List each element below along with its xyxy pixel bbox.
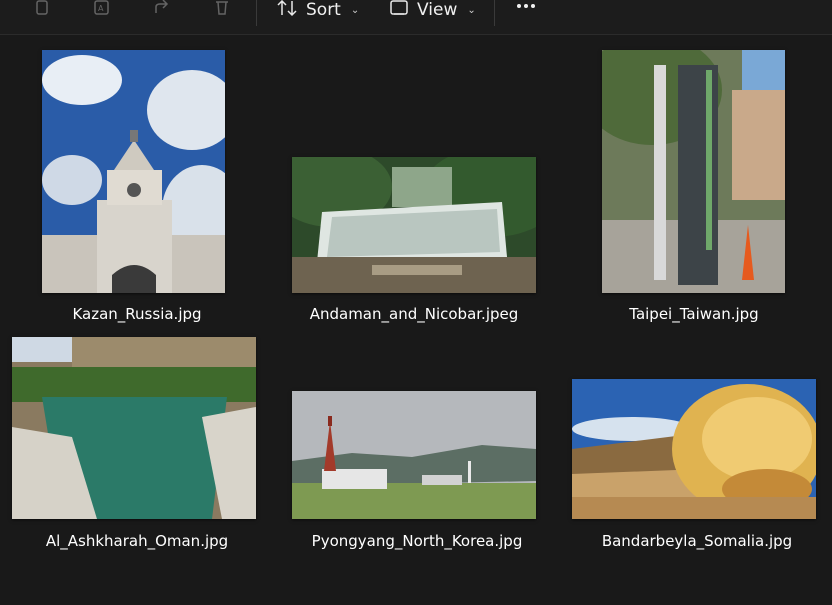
svg-text:A: A bbox=[98, 4, 104, 13]
sort-label: Sort bbox=[306, 0, 341, 20]
thumbnail-image bbox=[292, 157, 536, 293]
toolbar-divider bbox=[494, 0, 495, 26]
toolbar-divider bbox=[256, 0, 257, 26]
file-name: Andaman_and_Nicobar.jpeg bbox=[309, 305, 519, 323]
file-name: Taipei_Taiwan.jpg bbox=[629, 305, 759, 323]
chevron-down-icon: ⌄ bbox=[350, 4, 360, 16]
view-icon bbox=[389, 0, 409, 23]
sort-button[interactable]: Sort ⌄ bbox=[276, 0, 359, 25]
delete-icon[interactable] bbox=[208, 0, 236, 22]
more-icon[interactable] bbox=[512, 0, 540, 16]
sort-icon bbox=[276, 0, 298, 23]
thumbnail-image bbox=[12, 337, 256, 519]
file-name: Al_Ashkharah_Oman.jpg bbox=[45, 532, 229, 550]
file-name: Pyongyang_North_Korea.jpg bbox=[311, 532, 523, 550]
view-button[interactable]: View ⌄ bbox=[389, 0, 476, 25]
share-icon[interactable] bbox=[148, 0, 176, 22]
chevron-down-icon: ⌄ bbox=[467, 4, 476, 16]
view-label: View bbox=[417, 0, 458, 20]
thumbnail-image bbox=[42, 50, 225, 293]
thumbnail-image bbox=[292, 391, 536, 519]
file-name: Kazan_Russia.jpg bbox=[72, 305, 202, 323]
copy-icon[interactable] bbox=[28, 0, 56, 22]
thumbnail-image bbox=[572, 379, 816, 519]
rename-icon[interactable]: A bbox=[88, 0, 116, 22]
thumbnail-image bbox=[602, 50, 785, 293]
command-bar: A Sort ⌄ View ⌄ bbox=[0, 0, 832, 35]
file-name: Bandarbeyla_Somalia.jpg bbox=[601, 532, 793, 550]
